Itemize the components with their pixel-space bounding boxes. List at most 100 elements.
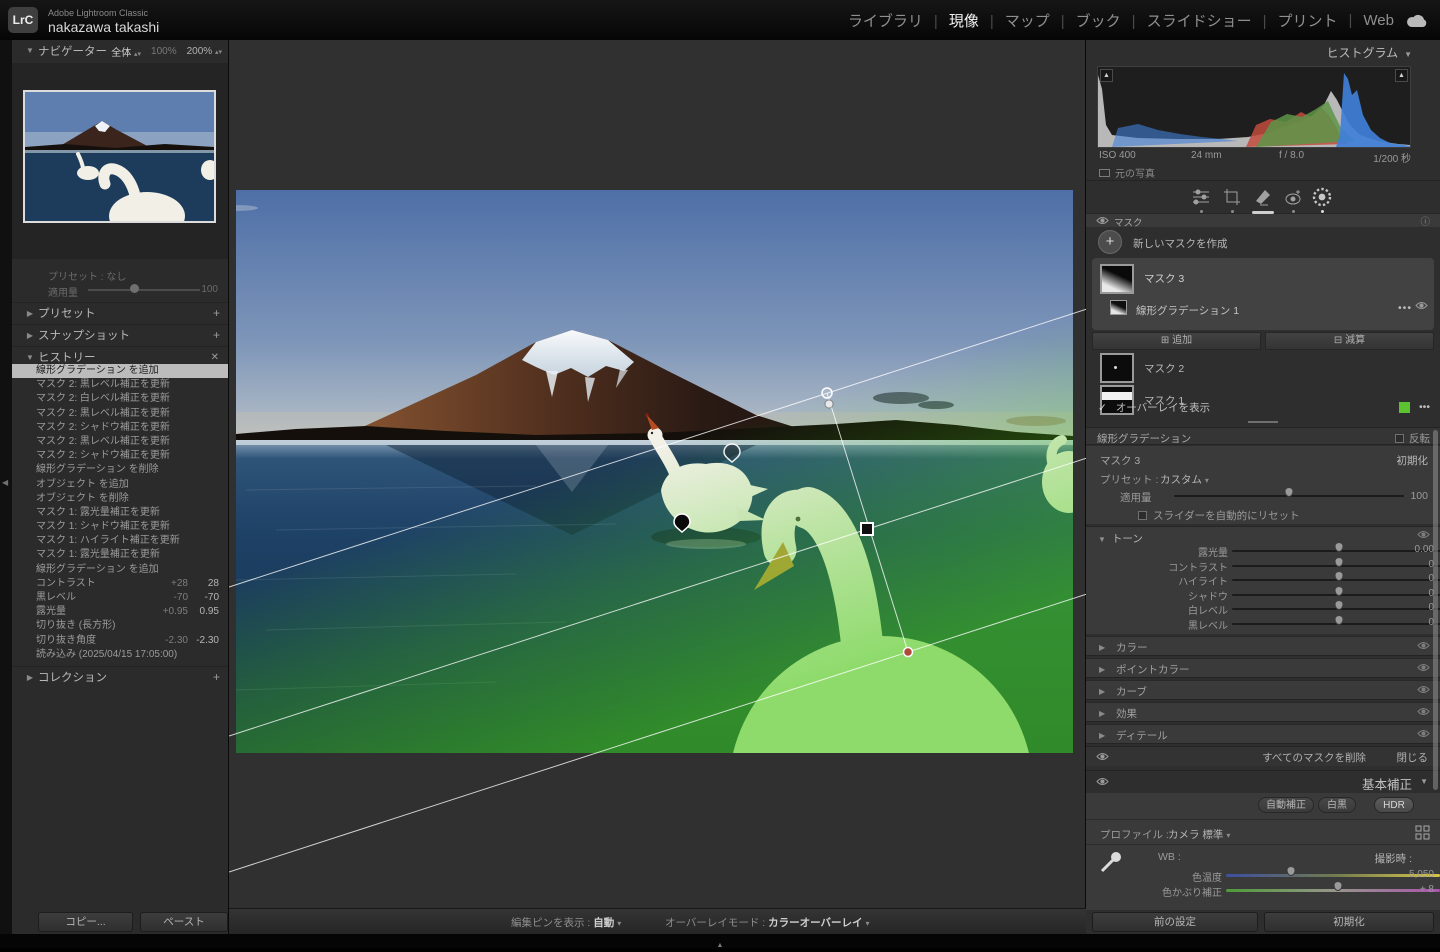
history-item[interactable]: マスク 2: シャドウ補正を更新	[12, 421, 228, 435]
module-tab[interactable]: ブック	[1050, 10, 1121, 31]
add-snapshot-icon[interactable]: +	[213, 328, 220, 342]
history-item[interactable]: マスク 1: シャドウ補正を更新	[12, 520, 228, 534]
black-white-button[interactable]: 白黒	[1318, 797, 1356, 813]
mask-subtract-button[interactable]: ⊟ 減算	[1265, 332, 1434, 350]
create-mask-icon[interactable]: +	[1098, 230, 1122, 254]
snapshots-panel-header[interactable]: ▶ スナップショット +	[12, 324, 228, 345]
show-original-toggle[interactable]: 元の写真	[1099, 165, 1155, 180]
eye-icon[interactable]	[1417, 685, 1430, 694]
zoom-fit-button[interactable]: 全体 ▴▾	[111, 44, 141, 59]
slider-value[interactable]: 0.00	[1415, 544, 1434, 555]
eye-icon[interactable]	[1096, 216, 1109, 225]
histogram-panel-header[interactable]: ヒストグラム▼	[1326, 44, 1412, 61]
wb-value-dropdown[interactable]: 撮影時 :	[1375, 851, 1412, 866]
show-overlay-row[interactable]: ✓ オーバーレイを表示 •••	[1098, 400, 1428, 416]
paste-button[interactable]: ペースト	[140, 912, 228, 932]
eye-icon[interactable]	[1417, 641, 1430, 650]
module-tab[interactable]: スライドショー	[1121, 10, 1252, 31]
red-eye-tool[interactable]	[1282, 186, 1304, 208]
presets-panel-header[interactable]: ▶ プリセット +	[12, 302, 228, 323]
profile-browser-icon[interactable]	[1415, 825, 1430, 840]
history-item[interactable]: マスク 2: 黒レベル補正を更新	[12, 378, 228, 392]
history-item[interactable]: 線形グラデーション を追加	[12, 364, 228, 378]
history-item[interactable]: 線形グラデーション を削除	[12, 463, 228, 477]
add-preset-icon[interactable]: +	[213, 306, 220, 320]
overlay-options-icon[interactable]: •••	[1419, 401, 1430, 413]
copy-button[interactable]: コピー...	[38, 912, 133, 932]
mask3-group-selected[interactable]: マスク 3 線形グラデーション 1 •••	[1092, 258, 1434, 330]
amount-slider[interactable]	[88, 289, 200, 291]
tint-slider[interactable]	[1226, 889, 1440, 892]
history-item[interactable]: 露光量 +0.95 0.95	[12, 605, 228, 619]
left-panel-gutter[interactable]: ◀	[0, 40, 12, 934]
eye-icon[interactable]	[1417, 530, 1430, 539]
clear-history-icon[interactable]: ✕	[211, 352, 219, 363]
mask2-thumbnail[interactable]	[1100, 353, 1134, 383]
history-item[interactable]: オブジェクト を削除	[12, 492, 228, 506]
mask3-thumbnail[interactable]	[1100, 264, 1134, 294]
history-item[interactable]: 線形グラデーション を追加	[12, 563, 228, 577]
eye-icon[interactable]	[1417, 663, 1430, 672]
delete-all-masks-button[interactable]: すべてのマスクを削除	[1262, 750, 1366, 765]
right-panel-scrollbar[interactable]	[1433, 430, 1438, 790]
healing-tool[interactable]	[1252, 186, 1274, 208]
photo-canvas[interactable]	[229, 40, 1087, 908]
history-item[interactable]: マスク 2: 黒レベル補正を更新	[12, 407, 228, 421]
masking-tool[interactable]	[1311, 186, 1333, 208]
reset-button[interactable]: 初期化	[1264, 912, 1434, 932]
collapsed-section-header[interactable]: ▶ 効果	[1086, 702, 1440, 722]
overlay-mode-control[interactable]: オーバーレイモード : カラーオーバーレイ ▾	[665, 915, 870, 930]
panel-resize-handle[interactable]	[1248, 421, 1278, 423]
more-options-icon[interactable]: •••	[1398, 302, 1412, 314]
history-item[interactable]: 読み込み (2025/04/15 17:05:00)	[12, 648, 228, 662]
history-item[interactable]: 切り抜き角度 -2.30 -2.30	[12, 634, 228, 648]
navigator-preview-image[interactable]	[23, 90, 216, 223]
module-tab[interactable]: ライブラリ	[848, 10, 923, 31]
invert-checkbox[interactable]: 反転	[1395, 431, 1430, 446]
panel-drag-handle[interactable]	[1252, 211, 1274, 214]
eye-icon[interactable]	[1096, 752, 1109, 761]
checkbox-checked-icon[interactable]: ✓	[1098, 402, 1107, 414]
close-masks-button[interactable]: 閉じる	[1397, 750, 1429, 765]
wb-eyedropper-icon[interactable]	[1098, 849, 1124, 875]
eye-icon[interactable]	[1415, 301, 1428, 310]
mask2-row[interactable]: マスク 2	[1092, 352, 1434, 384]
profile-row[interactable]: プロファイル : カメラ 標準 ▾	[1086, 819, 1440, 845]
edit-sliders-tool[interactable]	[1190, 186, 1212, 208]
zoom-100-button[interactable]: 100%	[151, 46, 177, 57]
auto-reset-checkbox[interactable]: スライダーを自動的にリセット	[1138, 508, 1300, 523]
mask-add-button[interactable]: ⊞ 追加	[1092, 332, 1261, 350]
info-icon[interactable]: ⓘ	[1420, 214, 1430, 228]
zoom-200-button[interactable]: 200% ▴▾	[187, 46, 222, 57]
history-item[interactable]: コントラスト +28 28	[12, 577, 228, 591]
history-item[interactable]: マスク 2: 黒レベル補正を更新	[12, 435, 228, 449]
history-item[interactable]: オブジェクト を追加	[12, 478, 228, 492]
amount-slider-thumb[interactable]	[130, 284, 139, 293]
highlight-clipping-indicator[interactable]: ▲	[1395, 69, 1408, 82]
profile-value-dropdown[interactable]: カメラ 標準 ▾	[1168, 827, 1230, 842]
basic-panel-header[interactable]: 基本補正 ▼	[1086, 770, 1440, 792]
collapsed-section-header[interactable]: ▶ ディテール	[1086, 724, 1440, 744]
create-mask-row[interactable]: + 新しいマスクを作成	[1086, 227, 1440, 257]
add-collection-icon[interactable]: +	[213, 670, 220, 684]
histogram[interactable]: ▲ ▲	[1097, 66, 1411, 148]
collapsed-section-header[interactable]: ▶ ポイントカラー	[1086, 658, 1440, 678]
collapse-left-panel-icon[interactable]: ◀	[2, 478, 8, 487]
show-edit-pins-control[interactable]: 編集ピンを表示 : 自動 ▾	[511, 915, 621, 930]
temp-slider[interactable]	[1226, 874, 1440, 877]
collections-panel-header[interactable]: ▶ コレクション +	[12, 666, 228, 687]
history-item[interactable]: マスク 1: ハイライト補正を更新	[12, 534, 228, 548]
temp-value[interactable]: 5,050	[1409, 869, 1434, 880]
cloud-sync-icon[interactable]	[1406, 14, 1428, 28]
shadow-clipping-indicator[interactable]: ▲	[1100, 69, 1113, 82]
eye-icon[interactable]	[1417, 729, 1430, 738]
history-item[interactable]: マスク 2: 白レベル補正を更新	[12, 392, 228, 406]
tint-value[interactable]: + 8	[1420, 884, 1434, 895]
collapsed-section-header[interactable]: ▶ カラー	[1086, 636, 1440, 656]
history-item[interactable]: 切り抜き (長方形)	[12, 619, 228, 633]
history-item[interactable]: マスク 1: 露光量補正を更新	[12, 548, 228, 562]
history-item[interactable]: マスク 1: 露光量補正を更新	[12, 506, 228, 520]
module-tab[interactable]: 現像	[923, 10, 979, 31]
collapsed-section-header[interactable]: ▶ カーブ	[1086, 680, 1440, 700]
linear-gradient1-label[interactable]: 線形グラデーション 1	[1136, 303, 1239, 318]
